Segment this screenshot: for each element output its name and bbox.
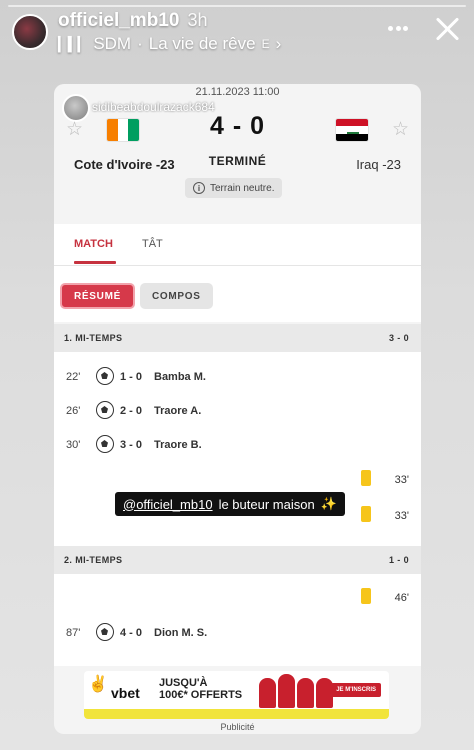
card-event[interactable]: 33' (351, 504, 421, 528)
card-event[interactable]: 46' (351, 586, 421, 610)
event-minute: 33' (394, 474, 409, 486)
ad-offer-line1: JUSQU'À (159, 677, 208, 689)
ad-banner[interactable]: ✌ vbet JUSQU'À 100€* OFFERTS JE M'INSCRI… (84, 671, 389, 719)
venue-text: Terrain neutre. (210, 182, 275, 194)
second-half-title: 2. MI-TEMPS (64, 555, 123, 565)
football-icon (96, 401, 114, 419)
more-options-icon[interactable] (388, 26, 408, 32)
away-team-name[interactable]: Iraq -23 (356, 157, 401, 172)
event-minute: 46' (394, 592, 409, 604)
ad-label: Publicité (220, 722, 255, 732)
event-player[interactable]: Dion M. S. (154, 627, 207, 639)
event-player[interactable]: Bamba M. (154, 371, 206, 383)
tab-match[interactable]: MATCH (74, 238, 116, 264)
goal-event[interactable]: 87' 4 - 0 Dion M. S. (54, 622, 421, 644)
chevron-right-icon: › (275, 34, 282, 53)
tab-tat[interactable]: TÂT (142, 238, 163, 250)
event-minute: 30' (66, 439, 81, 451)
summary-subtabs: RÉSUMÉ COMPOS (54, 266, 421, 322)
iraq-flag-icon (335, 118, 369, 142)
story-username[interactable]: officiel_mb10 (58, 10, 179, 32)
music-separator-icon: · (137, 34, 143, 53)
match-screenshot: 21.11.2023 11:00 sidibeabdoulrazack684 ☆… (54, 84, 421, 734)
football-icon (96, 623, 114, 641)
event-score: 2 - 0 (120, 405, 143, 417)
event-score: 4 - 0 (120, 627, 143, 639)
resume-button[interactable]: RÉSUMÉ (60, 283, 135, 309)
event-minute: 22' (66, 371, 81, 383)
football-icon (96, 367, 114, 385)
first-half-header: 1. MI-TEMPS 3 - 0 (54, 324, 421, 352)
ad-signup-button[interactable]: JE M'INSCRIS (331, 683, 381, 697)
story-header: officiel_mb10 3h ▎▍▎ SDM · La vie de rêv… (12, 10, 462, 54)
story-text-overlay[interactable]: @officiel_mb10 le buteur maison ✨ (115, 492, 345, 516)
overlay-text: le buteur maison (218, 496, 315, 512)
compos-button[interactable]: COMPOS (140, 283, 213, 309)
event-minute: 26' (66, 405, 81, 417)
ad-disclaimer-band (84, 709, 389, 719)
card-event[interactable]: 33' (351, 468, 421, 492)
sparkles-icon: ✨ (320, 496, 337, 511)
music-title: La vie de rêve (148, 34, 256, 53)
match-date: 21.11.2023 11:00 (195, 86, 280, 98)
profile-avatar[interactable] (12, 14, 48, 50)
explicit-badge-icon: E (261, 37, 270, 51)
ad-offer-line2: 100€* OFFERTS (159, 689, 243, 701)
star-icon[interactable]: ☆ (392, 118, 409, 141)
ad-players-image (259, 672, 337, 708)
second-half-header: 2. MI-TEMPS 1 - 0 (54, 546, 421, 574)
second-half-events: 46' 87' 4 - 0 Dion M. S. (54, 574, 421, 666)
goal-event[interactable]: 30' 3 - 0 Traore B. (54, 434, 421, 456)
music-bars-icon: ▎▍▎ (58, 35, 88, 52)
victory-hand-icon: ✌ (88, 676, 108, 693)
event-score: 3 - 0 (120, 439, 143, 451)
story-time: 3h (187, 10, 208, 30)
first-half-events: 22' 1 - 0 Bamba M. 26' 2 - 0 Traore A. 3… (54, 352, 421, 546)
first-half-title: 1. MI-TEMPS (64, 333, 123, 343)
venue-badge: i Terrain neutre. (185, 178, 283, 198)
event-player[interactable]: Traore A. (154, 405, 201, 417)
goal-event[interactable]: 26' 2 - 0 Traore A. (54, 400, 421, 422)
yellow-card-icon (361, 470, 371, 486)
goal-event[interactable]: 22' 1 - 0 Bamba M. (54, 366, 421, 388)
story-progress-bar (8, 5, 466, 7)
event-minute: 33' (394, 510, 409, 522)
first-half-score: 3 - 0 (388, 333, 409, 343)
yellow-card-icon (361, 588, 371, 604)
yellow-card-icon (361, 506, 371, 522)
info-icon: i (193, 182, 205, 194)
ad-brand: vbet (111, 685, 140, 701)
event-player[interactable]: Traore B. (154, 439, 202, 451)
overlay-mention[interactable]: @officiel_mb10 (123, 497, 213, 512)
match-tabs: MATCH TÂT (54, 224, 421, 266)
football-icon (96, 435, 114, 453)
music-artist: SDM (93, 34, 132, 53)
event-score: 1 - 0 (120, 371, 143, 383)
event-minute: 87' (66, 627, 81, 639)
second-half-score: 1 - 0 (388, 555, 409, 565)
story-header-text: officiel_mb10 3h ▎▍▎ SDM · La vie de rêv… (58, 10, 281, 54)
music-attribution[interactable]: ▎▍▎ SDM · La vie de rêve E › (58, 34, 281, 54)
ad-offer: JUSQU'À 100€* OFFERTS (159, 677, 242, 701)
close-icon[interactable] (432, 14, 462, 44)
